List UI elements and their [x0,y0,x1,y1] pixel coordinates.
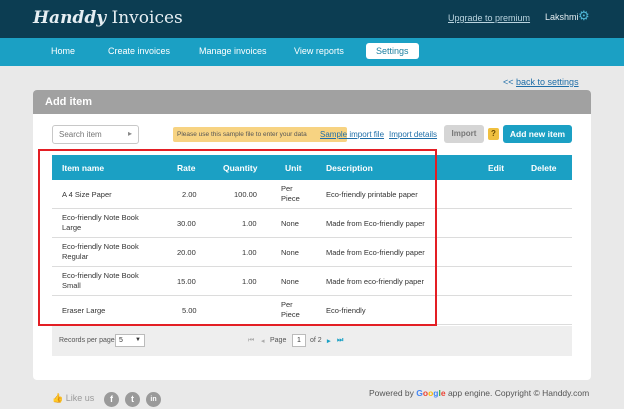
linkedin-icon[interactable]: in [146,392,161,407]
page-of-label: of 2 [310,337,322,344]
first-page-icon[interactable]: ⏮ [248,337,254,345]
top-bar: Handdy Invoices Upgrade to premium Laksh… [0,0,624,38]
last-page-icon[interactable]: ⏭ [337,337,343,345]
powered-pre: Powered by [369,388,417,398]
next-page-icon[interactable]: ▸ [327,337,331,345]
records-per-page-value: 5 [119,337,123,344]
search-box[interactable]: ▸ [52,125,139,144]
table-footer: Records per page 5 ▼ ⏮ ◂ Page 1 of 2 ▸ ⏭ [52,326,572,356]
main-nav: Home Create invoices Manage invoices Vie… [0,38,624,66]
search-input[interactable] [53,126,123,143]
records-per-page-label: Records per page [59,337,115,344]
prev-page-icon[interactable]: ◂ [261,337,265,345]
app-logo[interactable]: Handdy Invoices [33,8,183,28]
powered-post: app engine. Copyright © Handdy.com [445,388,590,398]
col-edit: Edit [488,163,505,173]
gear-icon[interactable]: ⚙ [578,9,590,22]
facebook-icon[interactable]: f [104,392,119,407]
panel-title: Add item [45,96,93,108]
powered-by: Powered by Google app engine. Copyright … [369,388,589,398]
logo-brand: Handdy [33,8,107,28]
panel-header: Add item [33,90,591,114]
col-delete: Delete [531,163,557,173]
chevron-down-icon: ▼ [135,337,141,343]
like-us-label: Like us [65,393,95,403]
nav-create-invoices[interactable]: Create invoices [108,46,170,56]
records-per-page-select[interactable]: 5 ▼ [115,334,145,347]
sample-import-file-link[interactable]: Sample import file [320,130,384,139]
twitter-icon[interactable]: t [125,392,140,407]
username[interactable]: Lakshmi [545,12,579,22]
back-to-settings-link[interactable]: << back to settings [503,77,579,87]
upgrade-link[interactable]: Upgrade to premium [448,13,530,23]
nav-settings[interactable]: Settings [366,43,419,59]
back-arrow-icon: << [503,77,514,87]
page-label: Page [270,337,287,344]
highlight-box [38,149,437,326]
import-details-link[interactable]: Import details [389,130,437,139]
page-number-input[interactable]: 1 [292,334,306,347]
help-icon[interactable]: ? [488,128,499,140]
logo-rest: Invoices [106,8,183,28]
import-button[interactable]: Import [444,125,484,143]
back-link-label: back to settings [516,77,579,87]
chevron-right-icon[interactable]: ▸ [128,129,132,138]
google-logo: Google [416,388,446,398]
add-new-item-button[interactable]: Add new item [503,125,572,143]
thumbs-up-icon: 👍 [52,393,64,403]
like-us[interactable]: 👍 Like us [52,393,94,404]
nav-manage-invoices[interactable]: Manage invoices [199,46,267,56]
nav-view-reports[interactable]: View reports [294,46,344,56]
nav-home[interactable]: Home [51,46,75,56]
